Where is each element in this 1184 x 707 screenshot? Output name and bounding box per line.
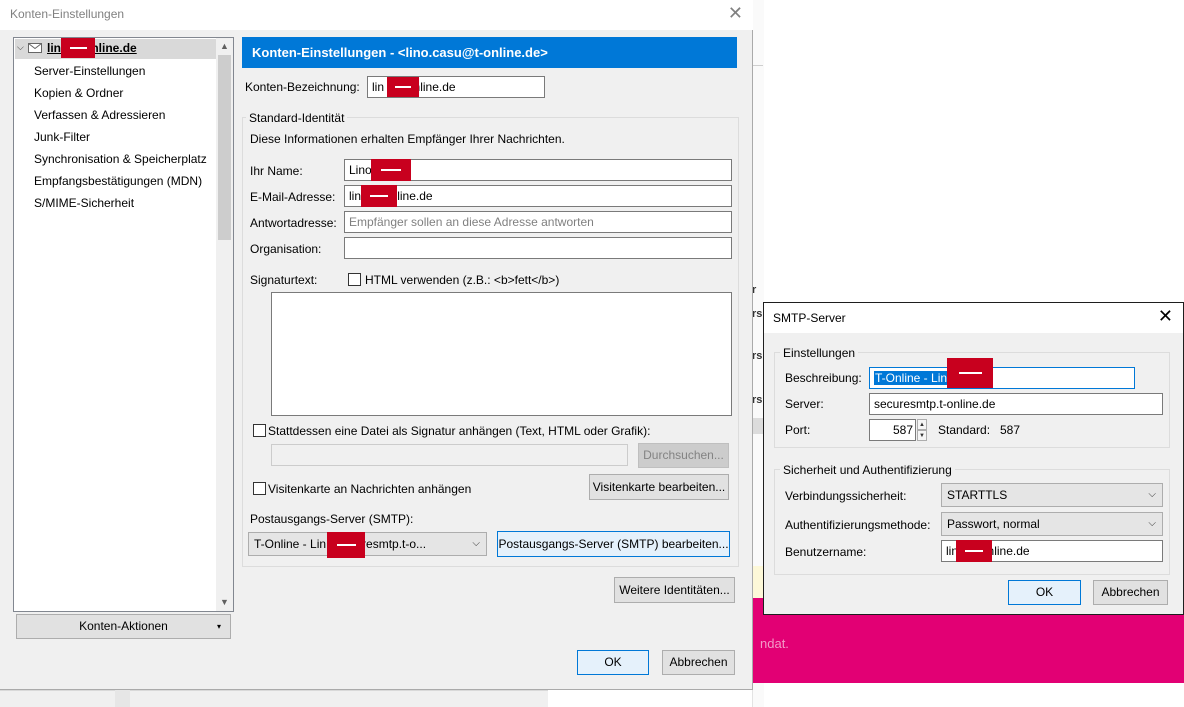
redaction — [371, 159, 411, 181]
tree-item-composition[interactable]: Verfassen & Adressieren — [34, 105, 165, 125]
reply-to-input[interactable]: Empfänger sollen an diese Adresse antwor… — [344, 211, 732, 233]
background-statusbar — [0, 690, 548, 707]
identity-info-text: Diese Informationen erhalten Empfänger I… — [250, 132, 565, 146]
signature-textarea[interactable] — [271, 292, 732, 416]
scroll-up-icon[interactable]: ▲ — [216, 38, 233, 55]
attach-signature-label: Stattdessen eine Datei als Signatur anhä… — [268, 424, 651, 438]
auth-method-label: Authentifizierungsmethode: — [785, 518, 931, 532]
vcard-checkbox[interactable] — [253, 482, 266, 495]
dialog-title: Konten-Einstellungen — [10, 7, 125, 21]
background-text-fragment: rs — [752, 350, 763, 362]
reply-to-label: Antwortadresse: — [250, 216, 337, 230]
redaction — [947, 358, 993, 388]
default-port-label: Standard: — [938, 423, 991, 437]
page-title: Konten-Einstellungen - <lino.casu@t-onli… — [242, 37, 737, 68]
port-label: Port: — [785, 423, 811, 437]
tree-item-junk[interactable]: Junk-Filter — [34, 127, 90, 147]
tree-item-copies-folders[interactable]: Kopien & Ordner — [34, 83, 123, 103]
dropdown-arrow-icon: ▾ — [216, 622, 221, 631]
auth-method-value: Passwort, normal — [947, 517, 1040, 531]
chevron-down-icon: ⌵ — [1148, 489, 1156, 500]
signature-label: Signaturtext: — [250, 273, 318, 287]
smtp-dialog-titlebar: SMTP-Server ✕ — [764, 303, 1183, 333]
connection-security-value: STARTTLS — [947, 488, 1008, 502]
chevron-down-icon[interactable]: ⌵ — [17, 42, 24, 53]
identity-group-label: Standard-Identität — [246, 111, 348, 125]
tree-item-sync[interactable]: Synchronisation & Speicherplatz — [34, 149, 207, 169]
account-tree[interactable]: ⌵ lin @t-online.de Server-Einstellungen … — [13, 37, 234, 612]
connection-security-label: Verbindungssicherheit: — [785, 489, 907, 503]
your-name-label: Ihr Name: — [250, 164, 303, 178]
edit-vcard-button[interactable]: Visitenkarte bearbeiten... — [589, 474, 729, 500]
cancel-button[interactable]: Abbrechen — [662, 650, 735, 675]
connection-security-select[interactable]: STARTTLS ⌵ — [941, 483, 1163, 507]
background-text-fragment: rs — [752, 394, 763, 406]
vcard-checkbox-label: Visitenkarte an Nachrichten anhängen — [268, 482, 472, 496]
signature-file-input — [271, 444, 628, 466]
ok-button[interactable]: OK — [577, 650, 649, 675]
html-checkbox-label: HTML verwenden (z.B.: <b>fett</b>) — [365, 273, 560, 287]
account-settings-dialog: Konten-Einstellungen ✕ ⌵ lin @t-online.d… — [0, 0, 753, 690]
background-line — [753, 65, 763, 66]
description-label: Beschreibung: — [785, 371, 862, 385]
description-input[interactable]: T-Online - Lin — [869, 367, 1135, 389]
smtp-ok-button[interactable]: OK — [1008, 580, 1081, 605]
auth-method-select[interactable]: Passwort, normal ⌵ — [941, 512, 1163, 536]
redaction — [327, 532, 365, 558]
chevron-down-icon: ⌵ — [1148, 518, 1156, 529]
email-label: E-Mail-Adresse: — [250, 190, 336, 204]
port-input[interactable]: 587 — [869, 419, 916, 441]
security-group-label: Sicherheit und Authentifizierung — [780, 463, 955, 477]
smtp-settings-group-label: Einstellungen — [780, 346, 859, 360]
attach-signature-checkbox[interactable] — [253, 424, 266, 437]
more-identities-button[interactable]: Weitere Identitäten... — [614, 577, 735, 603]
account-actions-label: Konten-Aktionen — [79, 619, 168, 633]
close-icon[interactable]: ✕ — [1158, 307, 1173, 325]
server-input[interactable]: securesmtp.t-online.de — [869, 393, 1163, 415]
redaction — [956, 540, 992, 562]
account-name-label: Konten-Bezeichnung: — [245, 80, 360, 94]
organization-input[interactable] — [344, 237, 732, 259]
smtp-label: Postausgangs-Server (SMTP): — [250, 512, 414, 526]
tree-item-server-settings[interactable]: Server-Einstellungen — [34, 61, 145, 81]
tree-scrollbar[interactable]: ▲ ▼ — [216, 38, 233, 611]
tree-item-mdn[interactable]: Empfangsbestätigungen (MDN) — [34, 171, 202, 191]
smtp-cancel-button[interactable]: Abbrechen — [1093, 580, 1168, 605]
username-label: Benutzername: — [785, 545, 867, 559]
organization-label: Organisation: — [250, 242, 322, 256]
server-label: Server: — [785, 397, 824, 411]
background-text-fragment: rs — [752, 308, 763, 320]
port-stepper[interactable]: ▲ ▼ — [917, 419, 927, 441]
background-divider — [115, 690, 130, 707]
description-input-value: T-Online - Lin — [874, 371, 949, 385]
html-checkbox[interactable] — [348, 273, 361, 286]
account-actions-button[interactable]: Konten-Aktionen ▾ — [16, 614, 231, 639]
smtp-server-select[interactable]: T-Online - Lin - securesmtp.t-o... ⌵ — [248, 532, 487, 556]
background-banner-text: ndat. — [760, 636, 789, 651]
smtp-dialog-title: SMTP-Server — [773, 311, 846, 325]
scroll-down-icon[interactable]: ▼ — [216, 594, 233, 611]
close-icon[interactable]: ✕ — [728, 4, 743, 22]
tree-item-smime[interactable]: S/MIME-Sicherheit — [34, 193, 134, 213]
chevron-down-icon: ⌵ — [472, 538, 480, 549]
default-port-value: 587 — [1000, 423, 1021, 437]
edit-smtp-button[interactable]: Postausgangs-Server (SMTP) bearbeiten... — [497, 531, 730, 557]
redaction — [387, 77, 419, 97]
dialog-titlebar: Konten-Einstellungen ✕ — [0, 0, 753, 30]
scroll-thumb[interactable] — [218, 55, 231, 240]
email-input[interactable]: lin @t-online.de — [344, 185, 732, 207]
stepper-up-icon[interactable]: ▲ — [917, 419, 927, 430]
stepper-down-icon[interactable]: ▼ — [917, 430, 927, 441]
smtp-server-dialog: SMTP-Server ✕ Einstellungen Beschreibung… — [763, 302, 1184, 615]
redaction — [61, 38, 95, 58]
redaction — [361, 185, 397, 207]
browse-button: Durchsuchen... — [638, 443, 729, 468]
envelope-icon — [28, 43, 42, 53]
